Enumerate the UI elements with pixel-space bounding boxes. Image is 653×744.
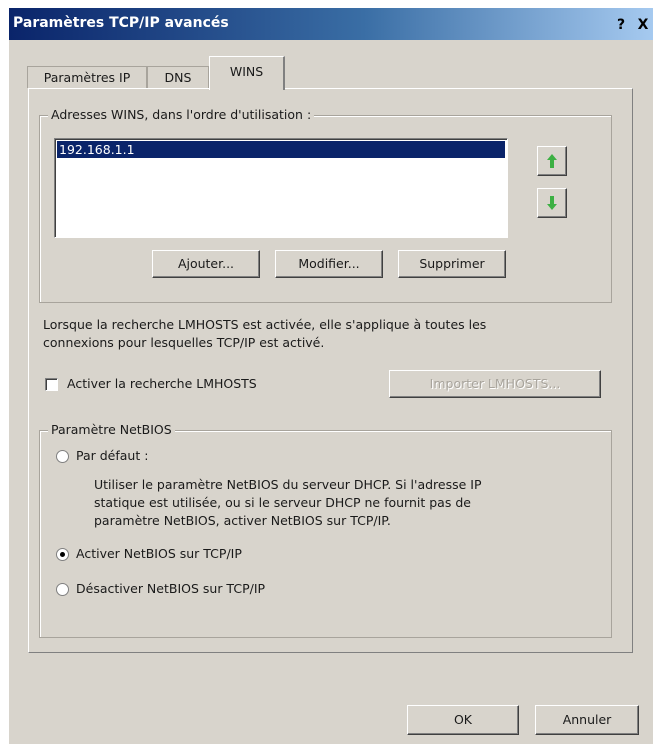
- netbios-group: Paramètre NetBIOS Par défaut : Utiliser …: [39, 422, 612, 638]
- title-bar[interactable]: Paramètres TCP/IP avancés ? X: [9, 8, 653, 40]
- default-help-line1: Utiliser le paramètre NetBIOS du serveur…: [94, 477, 482, 492]
- import-lmhosts-button[interactable]: Importer LMHOSTS...: [389, 370, 601, 398]
- wins-group-label: Adresses WINS, dans l'ordre d'utilisatio…: [48, 107, 315, 122]
- window-title: Paramètres TCP/IP avancés: [13, 15, 229, 31]
- radio-disable-netbios[interactable]: [56, 583, 69, 596]
- radio-disable-netbios-label[interactable]: Désactiver NetBIOS sur TCP/IP: [76, 580, 265, 598]
- move-down-button[interactable]: [537, 188, 567, 218]
- radio-enable-netbios-label[interactable]: Activer NetBIOS sur TCP/IP: [76, 545, 242, 563]
- default-help-line3: paramètre NetBIOS, activer NetBIOS sur T…: [94, 513, 391, 528]
- lmhosts-description-line1: Lorsque la recherche LMHOSTS est activée…: [43, 317, 487, 332]
- default-help-line2: statique est utilisée, ou si le serveur …: [94, 495, 471, 510]
- wins-address-list[interactable]: 192.168.1.1: [54, 138, 508, 238]
- wins-addresses-group: Adresses WINS, dans l'ordre d'utilisatio…: [39, 107, 612, 303]
- wins-tab-panel: Adresses WINS, dans l'ordre d'utilisatio…: [28, 88, 633, 653]
- list-item[interactable]: 192.168.1.1: [57, 141, 505, 158]
- move-up-button[interactable]: [537, 146, 567, 176]
- radio-enable-netbios[interactable]: [56, 548, 69, 561]
- cancel-button[interactable]: Annuler: [535, 705, 639, 735]
- lmhosts-checkbox[interactable]: [45, 378, 58, 391]
- tab-wins[interactable]: WINS: [209, 56, 285, 90]
- radio-default-label[interactable]: Par défaut :: [76, 447, 148, 465]
- arrow-up-icon: [547, 154, 557, 168]
- advanced-tcpip-dialog: Paramètres TCP/IP avancés ? X Paramètres…: [8, 8, 653, 744]
- tab-dns[interactable]: DNS: [147, 66, 209, 88]
- remove-button[interactable]: Supprimer: [398, 250, 506, 278]
- help-button[interactable]: ?: [613, 17, 629, 33]
- lmhosts-checkbox-label[interactable]: Activer la recherche LMHOSTS: [67, 375, 257, 393]
- tab-ip-settings[interactable]: Paramètres IP: [27, 66, 147, 88]
- netbios-group-label: Paramètre NetBIOS: [48, 422, 175, 437]
- close-button[interactable]: X: [635, 17, 651, 33]
- add-button[interactable]: Ajouter...: [152, 250, 260, 278]
- lmhosts-description-line2: connexions pour lesquelles TCP/IP est ac…: [43, 335, 325, 350]
- radio-selected-dot: [60, 552, 65, 557]
- ok-button[interactable]: OK: [407, 705, 519, 735]
- radio-default[interactable]: [56, 450, 69, 463]
- edit-button[interactable]: Modifier...: [275, 250, 383, 278]
- arrow-down-icon: [547, 196, 557, 210]
